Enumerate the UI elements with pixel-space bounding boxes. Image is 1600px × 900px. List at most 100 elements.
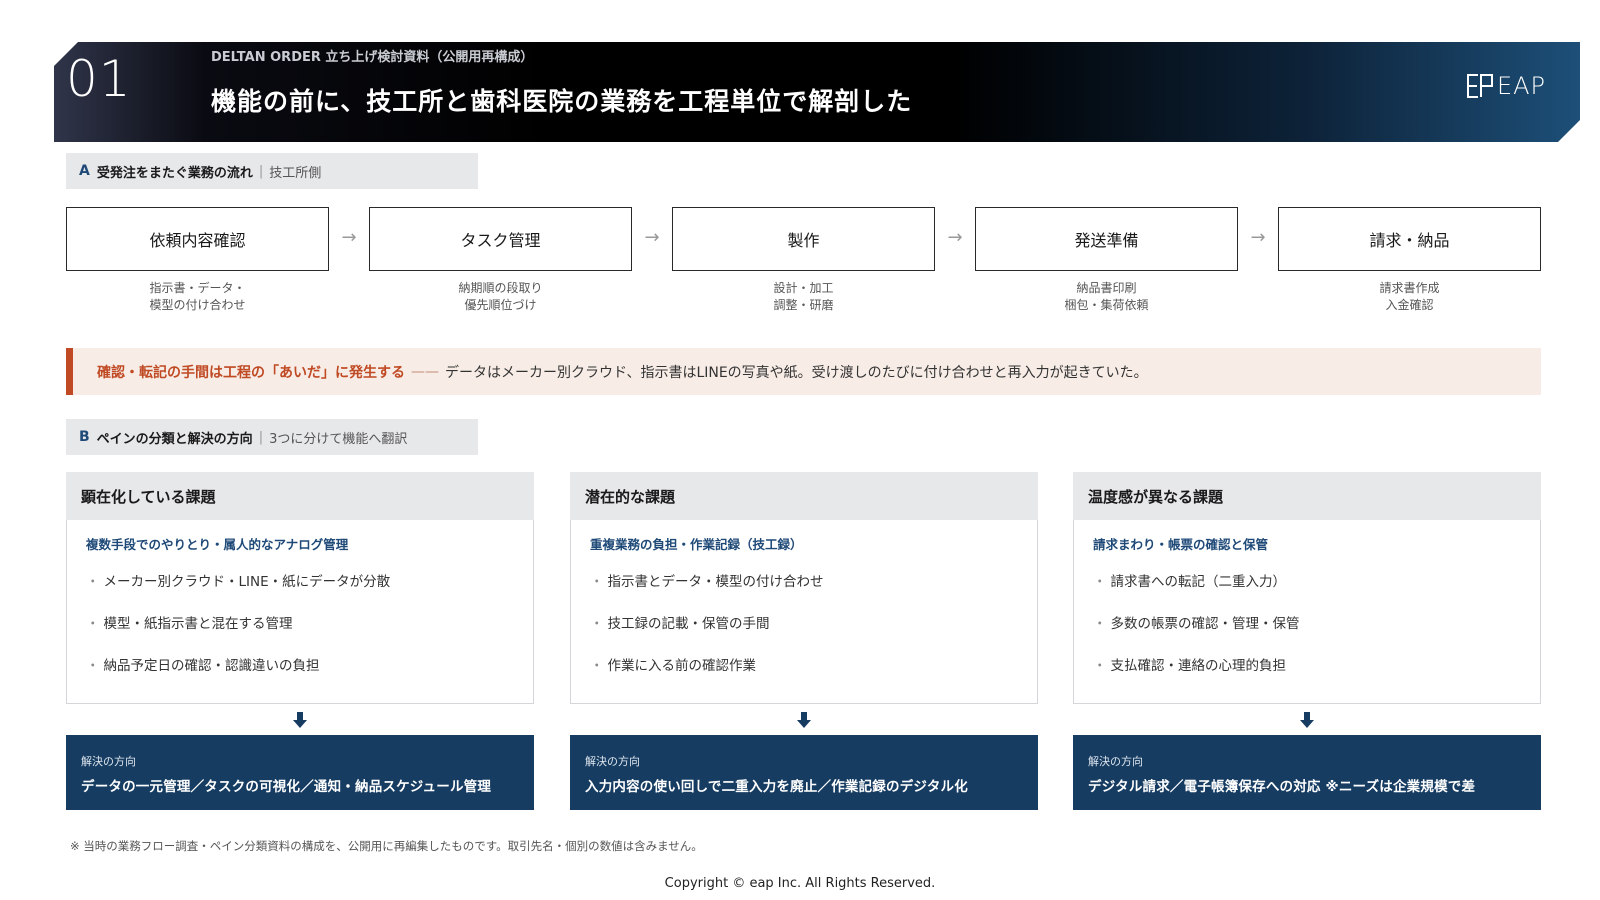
pain-item-text: 多数の帳票の確認・管理・保管 [1110,616,1300,632]
pain-item-text: 指示書とデータ・模型の付け合わせ [607,574,824,590]
solution-label: 解決の方向 [1088,755,1143,768]
flow-step-desc-line: 納品書印刷 [1076,281,1137,295]
flow-arrow-icon: → [341,227,357,248]
solution-text: データの一元管理／タスクの可視化／通知・納品スケジュール管理 [81,779,492,795]
pain-column-subtitle: 重複業務の負担・作業記録（技工録） [590,537,803,552]
flow-step-desc: 納期順の段取り 優先順位づけ [369,280,632,314]
callout-dash: —— [411,363,439,380]
pain-column-latent: 潜在的な課題 重複業務の負担・作業記録（技工録） ・指示書とデータ・模型の付け合… [570,472,1038,810]
pain-column-header: 温度感が異なる課題 [1073,472,1541,520]
section-b-separator: | [258,429,264,445]
pain-item-text: 納品予定日の確認・認識違いの負担 [103,658,320,674]
flow-step-label: 発送準備 [975,207,1238,271]
pain-list-item: ・請求書への転記（二重入力） [1093,568,1520,610]
flow-arrow-icon: → [1250,227,1266,248]
pain-column-varying: 温度感が異なる課題 請求まわり・帳票の確認と保管 ・請求書への転記（二重入力） … [1073,472,1541,810]
solution-label: 解決の方向 [81,755,136,768]
workflow-diagram: 依頼内容確認 指示書・データ・ 模型の付け合わせ → タスク管理 納期順の段取り… [66,207,1541,317]
pain-item-text: メーカー別クラウド・LINE・紙にデータが分散 [103,574,391,590]
flow-step-desc-line: 請求書作成 [1379,281,1440,295]
pain-column-header: 潜在的な課題 [570,472,1038,520]
bullet-icon: ・ [86,616,100,632]
pain-list-item: ・指示書とデータ・模型の付け合わせ [590,568,1017,610]
pain-column-header: 顕在化している課題 [66,472,534,520]
solution-box: 解決の方向 データの一元管理／タスクの可視化／通知・納品スケジュール管理 [66,735,534,810]
pain-list-item: ・納品予定日の確認・認識違いの負担 [86,652,513,694]
flow-step-desc: 納品書印刷 梱包・集荷依頼 [975,280,1238,314]
flow-step-production: 製作 設計・加工 調整・研磨 [672,207,935,314]
pain-list-item: ・技工録の記載・保管の手間 [590,610,1017,652]
flow-step-desc-line: 納期順の段取り [458,281,543,295]
copyright: Copyright © eap Inc. All Rights Reserved… [664,876,936,891]
pain-item-text: 請求書への転記（二重入力） [1110,574,1287,590]
flow-step-request-check: 依頼内容確認 指示書・データ・ 模型の付け合わせ [66,207,329,314]
solution-text: 入力内容の使い回しで二重入力を廃止／作業記録のデジタル化 [585,779,968,795]
pain-list-item: ・模型・紙指示書と混在する管理 [86,610,513,652]
flow-step-desc-line: 入金確認 [1385,298,1434,312]
pain-column-body: 請求まわり・帳票の確認と保管 ・請求書への転記（二重入力） ・多数の帳票の確認・… [1073,520,1541,704]
section-a-letter: A [79,163,90,179]
flow-step-billing-delivery: 請求・納品 請求書作成 入金確認 [1278,207,1541,314]
flow-step-shipping-prep: 発送準備 納品書印刷 梱包・集荷依頼 [975,207,1238,314]
flow-step-task-management: タスク管理 納期順の段取り 優先順位づけ [369,207,632,314]
down-arrow-icon [1073,704,1541,735]
bullet-icon: ・ [86,574,100,590]
solution-box: 解決の方向 デジタル請求／電子帳簿保存への対応 ※ニーズは企業規模で差 [1073,735,1541,810]
callout-headline: 確認・転記の手間は工程の「あいだ」に発生する [97,364,405,381]
pain-list-item: ・作業に入る前の確認作業 [590,652,1017,694]
pain-column-subtitle: 請求まわり・帳票の確認と保管 [1093,537,1269,552]
pain-item-text: 模型・紙指示書と混在する管理 [103,616,293,632]
section-b-title: ペインの分類と解決の方向 [96,431,253,447]
flow-step-desc: 指示書・データ・ 模型の付け合わせ [66,280,329,314]
pain-column-body: 重複業務の負担・作業記録（技工録） ・指示書とデータ・模型の付け合わせ ・技工録… [570,520,1038,704]
insight-callout: 確認・転記の手間は工程の「あいだ」に発生する —— データはメーカー別クラウド、… [66,348,1541,395]
flow-step-desc-line: 梱包・集荷依頼 [1064,298,1149,312]
section-a-label: A 受発注をまたぐ業務の流れ | 技工所側 [66,153,478,189]
pain-item-text: 支払確認・連絡の心理的負担 [1110,658,1287,674]
logo-text: EAP [1496,72,1546,100]
solution-label: 解決の方向 [585,755,640,768]
flow-step-desc-line: 優先順位づけ [464,298,537,312]
section-b-letter: B [79,429,90,445]
down-arrow-icon [66,704,534,735]
flow-step-label: 請求・納品 [1278,207,1541,271]
pain-item-text: 技工録の記載・保管の手間 [607,616,770,632]
flow-step-label: 製作 [672,207,935,271]
flow-step-desc-line: 模型の付け合わせ [149,298,246,312]
section-a-separator: | [258,163,264,179]
bullet-icon: ・ [86,658,100,674]
solution-box: 解決の方向 入力内容の使い回しで二重入力を廃止／作業記録のデジタル化 [570,735,1038,810]
flow-step-desc-line: 設計・加工 [773,281,834,295]
flow-step-label: 依頼内容確認 [66,207,329,271]
flow-step-desc: 請求書作成 入金確認 [1278,280,1541,314]
pain-list-item: ・支払確認・連絡の心理的負担 [1093,652,1520,694]
footnote: ※ 当時の業務フロー調査・ペイン分類資料の構成を、公開用に再編集したものです。取… [70,839,703,853]
down-arrow-icon [570,704,1038,735]
section-b-subtitle: 3つに分けて機能へ翻訳 [269,431,408,447]
pain-list-item: ・メーカー別クラウド・LINE・紙にデータが分散 [86,568,513,610]
flow-step-desc-line: 調整・研磨 [773,298,834,312]
page-title: 機能の前に、技工所と歯科医院の業務を工程単位で解剖した [211,87,913,116]
section-b-label: B ペインの分類と解決の方向 | 3つに分けて機能へ翻訳 [66,419,478,455]
flow-step-desc: 設計・加工 調整・研磨 [672,280,935,314]
bullet-icon: ・ [590,658,604,674]
bullet-icon: ・ [1093,616,1107,632]
bullet-icon: ・ [590,574,604,590]
bullet-icon: ・ [590,616,604,632]
eap-logo-mark-icon [1465,72,1495,100]
section-a-title: 受発注をまたぐ業務の流れ [96,165,253,181]
flow-step-desc-line: 指示書・データ・ [149,281,246,295]
pain-list-item: ・多数の帳票の確認・管理・保管 [1093,610,1520,652]
document-subtitle: DELTAN ORDER 立ち上げ検討資料（公開用再構成） [211,50,534,65]
eap-logo: EAP [1465,72,1546,100]
flow-arrow-icon: → [644,227,660,248]
flow-arrow-icon: → [947,227,963,248]
header-banner: 01 DELTAN ORDER 立ち上げ検討資料（公開用再構成） 機能の前に、技… [54,42,1580,142]
pain-column-body: 複数手段でのやりとり・属人的なアナログ管理 ・メーカー別クラウド・LINE・紙に… [66,520,534,704]
section-number: 01 [66,50,132,108]
callout-text: データはメーカー別クラウド、指示書はLINEの写真や紙。受け渡しのたびに付け合わ… [445,364,1148,381]
pain-column-subtitle: 複数手段でのやりとり・属人的なアナログ管理 [86,537,349,552]
bullet-icon: ・ [1093,574,1107,590]
pain-item-text: 作業に入る前の確認作業 [607,658,757,674]
section-a-subtitle: 技工所側 [269,165,322,181]
